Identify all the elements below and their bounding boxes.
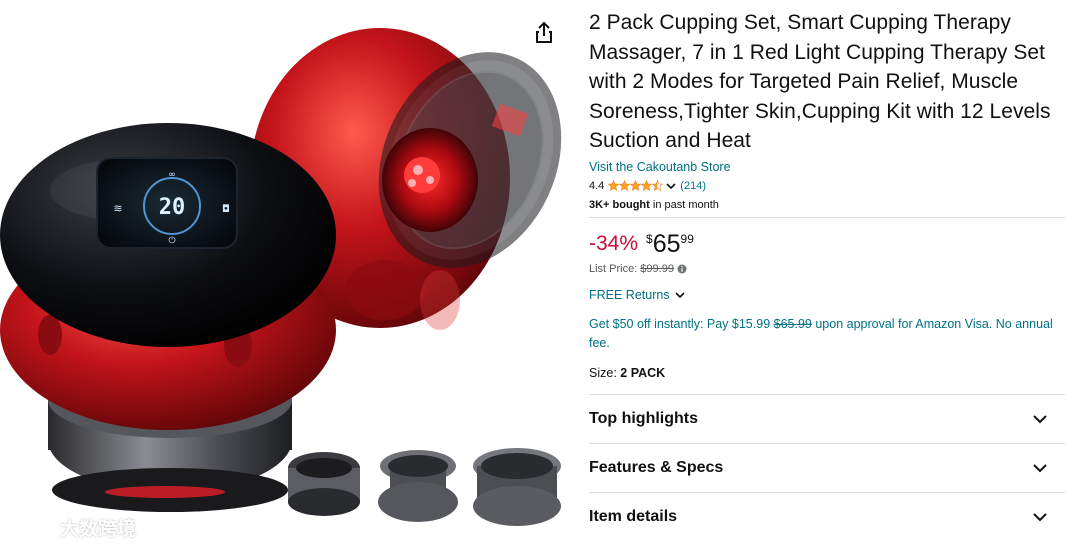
star-icon bbox=[641, 180, 653, 192]
share-button[interactable] bbox=[532, 20, 556, 46]
star-half-icon bbox=[652, 180, 664, 192]
free-returns-label: FREE Returns bbox=[589, 287, 670, 302]
svg-text:◘: ◘ bbox=[222, 204, 230, 215]
list-price-label: List Price: bbox=[589, 262, 638, 275]
rating-value: 4.4 bbox=[589, 179, 605, 192]
chevron-down-icon bbox=[675, 292, 685, 299]
store-link[interactable]: Visit the Cakoutanb Store bbox=[589, 160, 1067, 174]
svg-text:≋: ≋ bbox=[113, 202, 122, 215]
product-title: 2 Pack Cupping Set, Smart Cupping Therap… bbox=[589, 11, 1051, 153]
offer-text-before: Get $50 off instantly: Pay $15.99 bbox=[589, 316, 774, 331]
info-icon[interactable] bbox=[677, 264, 687, 274]
price-whole: 65 bbox=[652, 229, 681, 258]
svg-text:⏻: ⏻ bbox=[168, 235, 175, 246]
price-symbol: $ bbox=[646, 231, 653, 246]
star-rating[interactable] bbox=[608, 180, 664, 192]
list-price: List Price: $99.99 bbox=[589, 263, 1067, 275]
accordion-label: Top highlights bbox=[589, 409, 699, 427]
bought-period: in past month bbox=[649, 198, 719, 211]
rating-count-link[interactable]: (214) bbox=[680, 180, 706, 192]
chevron-down-icon[interactable] bbox=[665, 180, 677, 192]
accordion-item-details[interactable]: Item details bbox=[589, 493, 1065, 542]
watermark-logo-icon bbox=[10, 518, 53, 536]
accordion-top-highlights[interactable]: Top highlights bbox=[589, 395, 1065, 444]
share-icon bbox=[536, 21, 552, 43]
chevron-down-icon bbox=[1033, 415, 1047, 424]
divider bbox=[589, 216, 1065, 218]
accordion-label: Features & Specs bbox=[589, 458, 724, 476]
chevron-down-icon bbox=[1033, 513, 1047, 522]
price-block: -34% $ 65 99 bbox=[589, 230, 1067, 258]
discount-badge: -34% bbox=[589, 231, 639, 255]
list-price-value: $99.99 bbox=[640, 262, 674, 275]
star-icon bbox=[619, 180, 631, 192]
star-icon bbox=[608, 180, 620, 192]
svg-text:∞: ∞ bbox=[168, 170, 176, 180]
free-returns-link[interactable]: FREE Returns bbox=[589, 288, 1067, 302]
bought-count: 3K+ bought bbox=[589, 198, 650, 211]
accordion-label: Item details bbox=[589, 508, 678, 526]
bought-info: 3K+ bought in past month bbox=[589, 199, 1067, 211]
price-fraction: 99 bbox=[680, 231, 694, 246]
size-label: Size: bbox=[589, 365, 617, 380]
chevron-down-icon bbox=[1033, 464, 1047, 473]
star-icon bbox=[630, 180, 642, 192]
watermark-text: 大数跨境 bbox=[60, 519, 137, 540]
offer-strike-price: $65.99 bbox=[773, 316, 812, 331]
card-offer-link[interactable]: Get $50 off instantly: Pay $15.99 $65.99… bbox=[589, 315, 1067, 353]
size-selector: Size: 2 PACK bbox=[589, 366, 1067, 380]
rating-row[interactable]: 4.4 (214) bbox=[589, 179, 1067, 193]
device-display-digits: 20 bbox=[159, 195, 186, 220]
watermark: 大数跨境 bbox=[10, 514, 136, 541]
product-image: 20 ∞ ≋ ◘ ⏻ bbox=[0, 28, 562, 526]
details-accordion: Top highlights Features & Specs Item det… bbox=[589, 395, 1067, 542]
accordion-features-specs[interactable]: Features & Specs bbox=[589, 444, 1065, 493]
size-value: 2 PACK bbox=[620, 365, 666, 380]
product-image-panel[interactable]: 20 ∞ ≋ ◘ ⏻ 大数跨境 bbox=[0, 0, 572, 549]
product-details: 2 Pack Cupping Set, Smart Cupping Therap… bbox=[589, 8, 1067, 542]
